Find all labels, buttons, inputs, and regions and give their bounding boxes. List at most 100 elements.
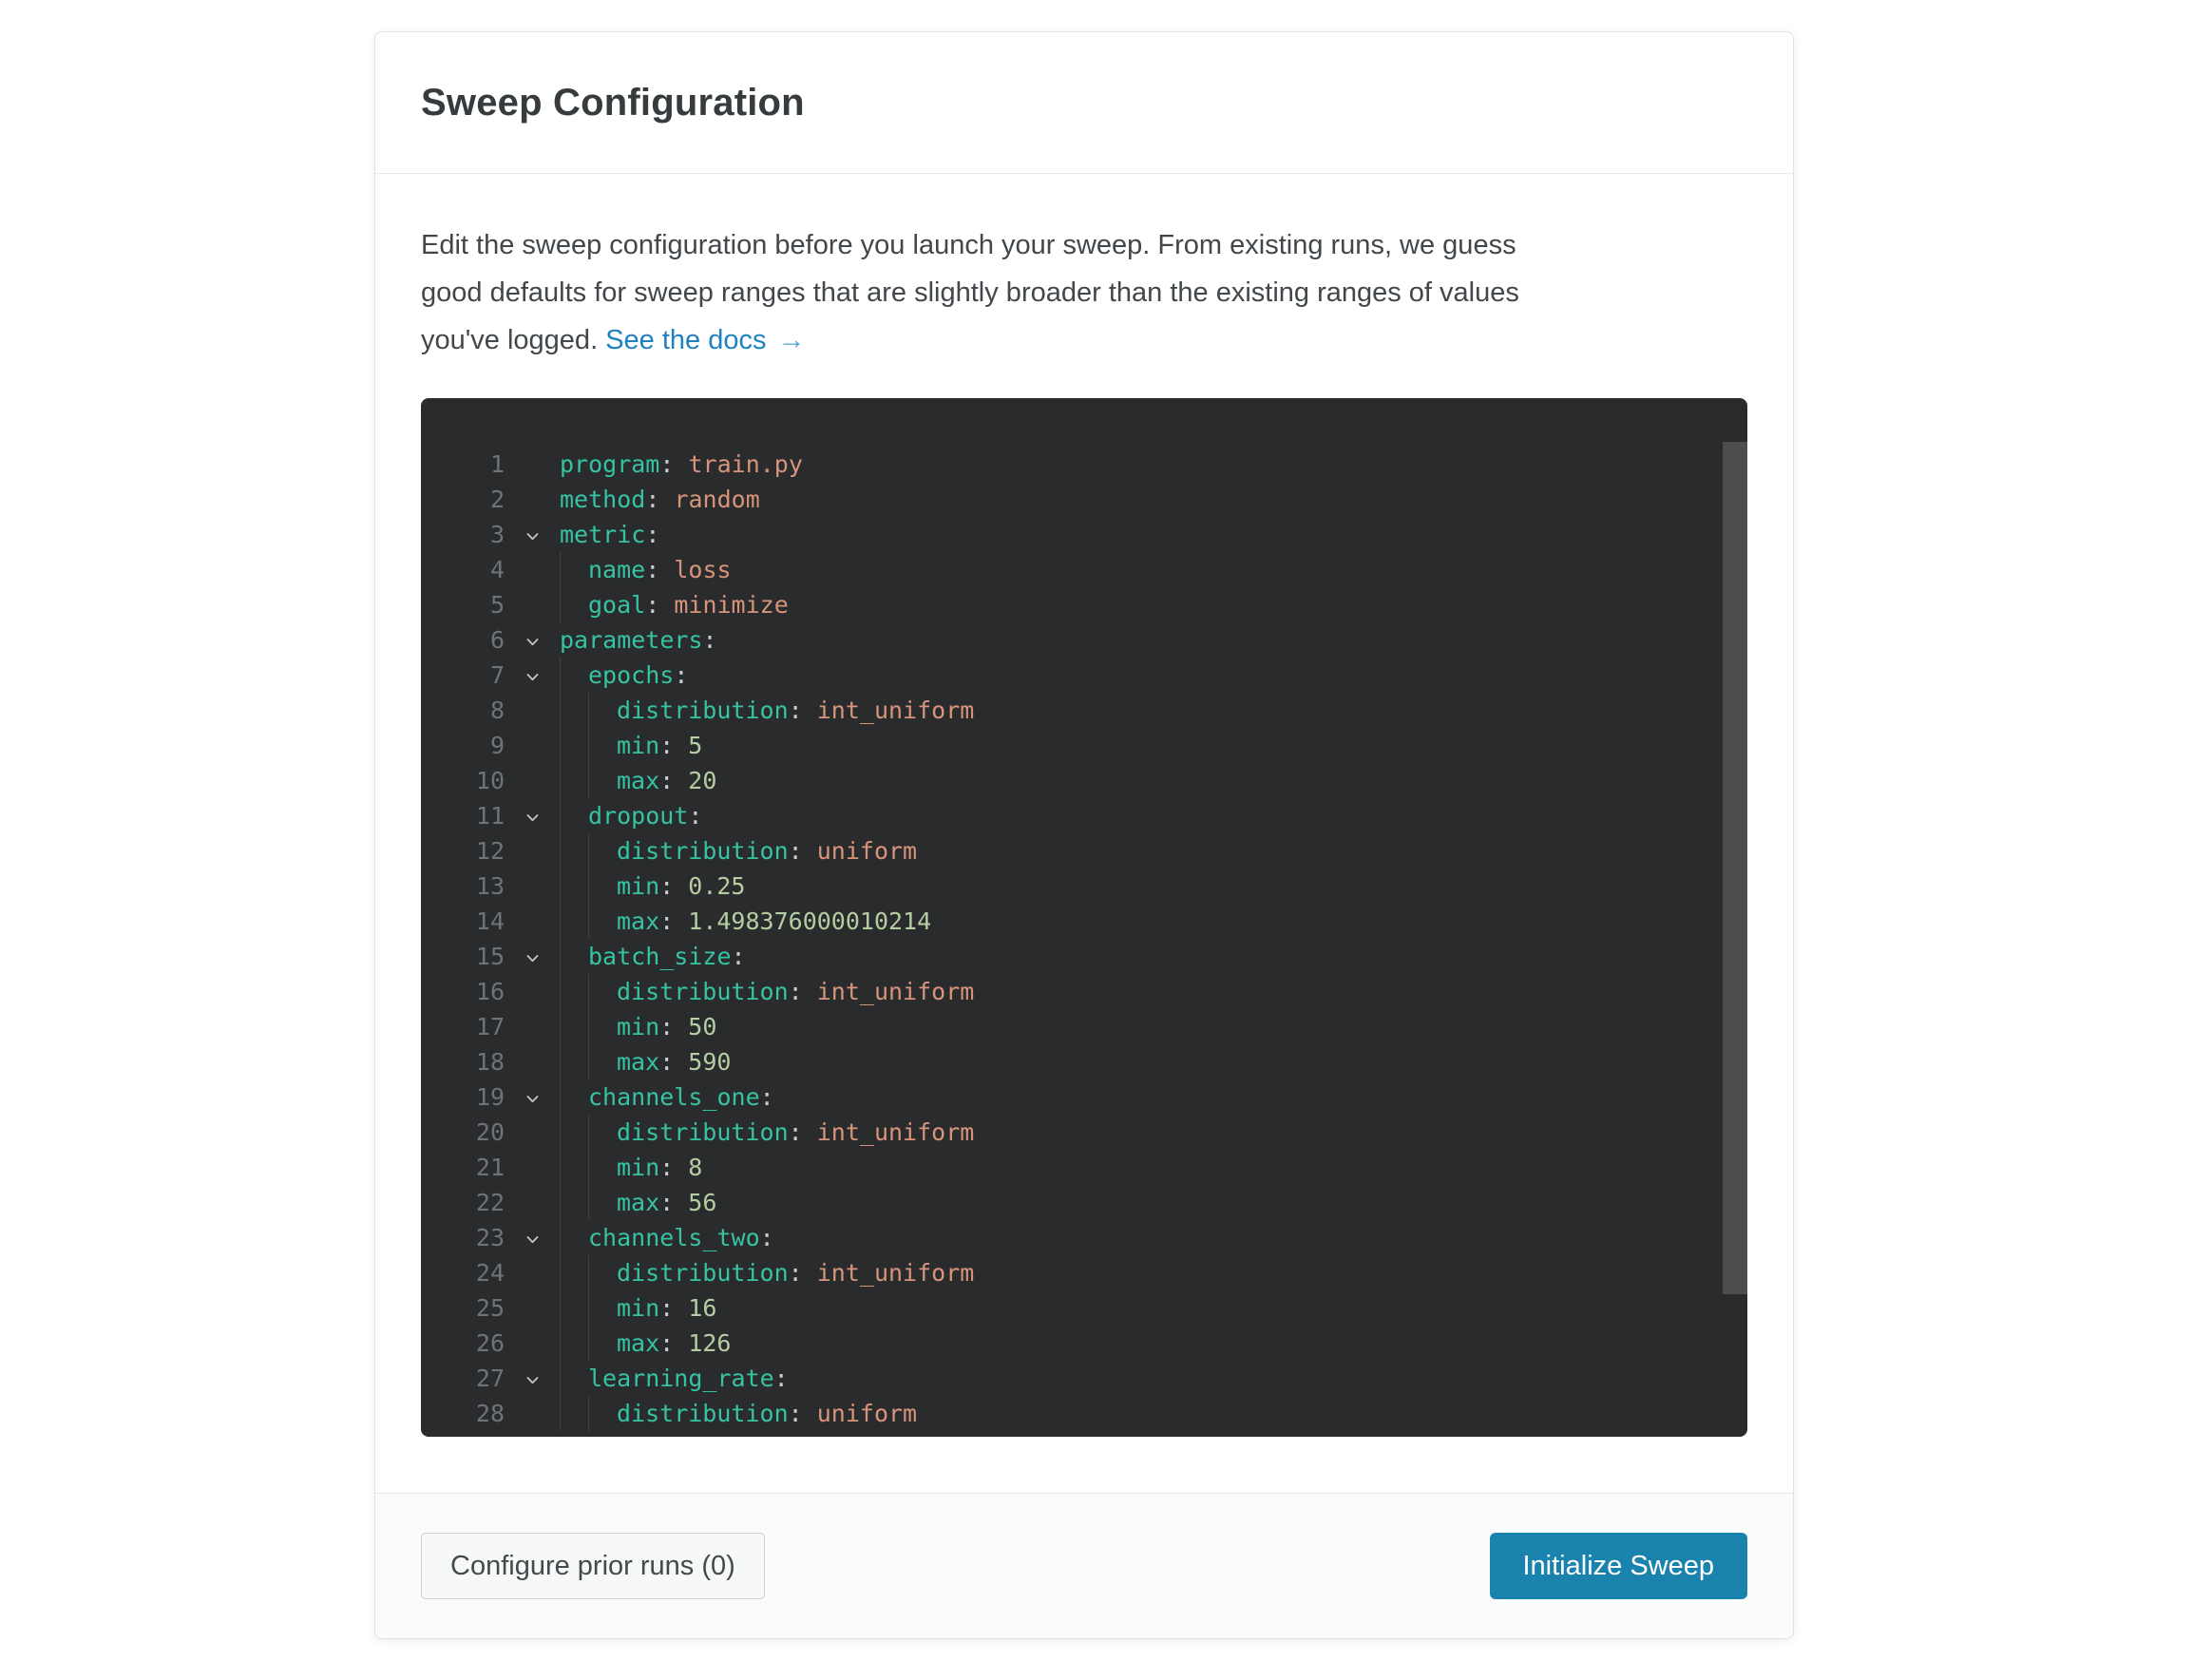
line-number: 5 bbox=[421, 587, 505, 622]
fold-toggle[interactable] bbox=[505, 1079, 560, 1115]
modal-header: Sweep Configuration bbox=[375, 32, 1793, 174]
indent-guide bbox=[560, 1009, 588, 1044]
yaml-value: random bbox=[674, 486, 759, 513]
indent-guide bbox=[560, 728, 588, 763]
code-text: distribution: uniform bbox=[560, 1400, 917, 1427]
yaml-colon: : bbox=[659, 1154, 674, 1181]
yaml-colon: : bbox=[659, 872, 674, 900]
initialize-sweep-button[interactable]: Initialize Sweep bbox=[1490, 1533, 1748, 1599]
yaml-value: int_uniform bbox=[817, 978, 975, 1005]
yaml-colon: : bbox=[659, 907, 674, 935]
indent-guide bbox=[560, 1115, 588, 1150]
fold-toggle[interactable] bbox=[505, 939, 560, 974]
yaml-colon: : bbox=[659, 450, 674, 478]
yaml-key: learning_rate bbox=[588, 1365, 774, 1392]
yaml-colon: : bbox=[645, 486, 659, 513]
indent-guide bbox=[560, 552, 588, 587]
yaml-value: train.py bbox=[688, 450, 802, 478]
code-text: goal: minimize bbox=[560, 591, 789, 619]
yaml-colon: : bbox=[659, 1329, 674, 1357]
indent-guide bbox=[560, 658, 588, 693]
code-text: max: 20 bbox=[560, 767, 716, 794]
page-title: Sweep Configuration bbox=[421, 82, 805, 124]
yaml-key: distribution bbox=[617, 837, 789, 865]
yaml-value: 0.25 bbox=[688, 872, 745, 900]
code-line: 13min: 0.25 bbox=[421, 869, 1747, 904]
yaml-colon: : bbox=[703, 626, 717, 654]
code-line: 7epochs: bbox=[421, 658, 1747, 693]
yaml-colon: : bbox=[674, 661, 688, 689]
code-line: 9min: 5 bbox=[421, 728, 1747, 763]
indent-guide bbox=[588, 693, 617, 728]
fold-toggle[interactable] bbox=[505, 517, 560, 552]
code-text: max: 126 bbox=[560, 1329, 731, 1357]
yaml-colon: : bbox=[732, 943, 746, 970]
fold-toggle[interactable] bbox=[505, 622, 560, 658]
yaml-value: 126 bbox=[688, 1329, 731, 1357]
chevron-down-icon bbox=[524, 949, 542, 967]
yaml-colon: : bbox=[659, 1294, 674, 1322]
yaml-key: channels_one bbox=[588, 1083, 760, 1111]
yaml-value: 16 bbox=[688, 1294, 716, 1322]
code-text: distribution: int_uniform bbox=[560, 1259, 974, 1287]
yaml-colon: : bbox=[645, 521, 659, 548]
yaml-colon: : bbox=[760, 1224, 774, 1251]
code-text: learning_rate: bbox=[560, 1365, 789, 1392]
code-line: 24distribution: int_uniform bbox=[421, 1255, 1747, 1290]
indent-guide bbox=[560, 1150, 588, 1185]
code-text: min: 0.25 bbox=[560, 872, 746, 900]
line-number: 28 bbox=[421, 1396, 505, 1431]
code-text: min: 5 bbox=[560, 732, 702, 759]
fold-toggle[interactable] bbox=[505, 1361, 560, 1396]
fold-toggle[interactable] bbox=[505, 658, 560, 693]
code-line: 20distribution: int_uniform bbox=[421, 1115, 1747, 1150]
yaml-value: minimize bbox=[674, 591, 788, 619]
fold-toggle[interactable] bbox=[505, 798, 560, 833]
indent-guide bbox=[560, 1220, 588, 1255]
code-line: 18max: 590 bbox=[421, 1044, 1747, 1079]
line-number: 18 bbox=[421, 1044, 505, 1079]
code-line: 17min: 50 bbox=[421, 1009, 1747, 1044]
fold-toggle[interactable] bbox=[505, 1220, 560, 1255]
code-text: min: 8 bbox=[560, 1154, 702, 1181]
code-text: program: train.py bbox=[560, 450, 803, 478]
line-number: 4 bbox=[421, 552, 505, 587]
code-line: 27learning_rate: bbox=[421, 1361, 1747, 1396]
modal-body: Edit the sweep configuration before you … bbox=[375, 174, 1793, 1493]
indent-guide bbox=[588, 833, 617, 869]
chevron-down-icon bbox=[524, 1231, 542, 1249]
indent-guide bbox=[560, 1079, 588, 1115]
yaml-colon: : bbox=[659, 1048, 674, 1076]
yaml-key: parameters bbox=[560, 626, 703, 654]
chevron-down-icon bbox=[524, 527, 542, 545]
code-line: 19channels_one: bbox=[421, 1079, 1747, 1115]
yaml-key: dropout bbox=[588, 802, 688, 830]
sweep-config-editor[interactable]: 1program: train.py2method: random3metric… bbox=[421, 398, 1747, 1437]
yaml-value: 8 bbox=[688, 1154, 702, 1181]
yaml-value: 50 bbox=[688, 1013, 716, 1040]
yaml-value: 56 bbox=[688, 1189, 716, 1216]
yaml-colon: : bbox=[789, 1400, 803, 1427]
indent-guide bbox=[588, 869, 617, 904]
code-line: 25min: 16 bbox=[421, 1290, 1747, 1326]
line-number: 8 bbox=[421, 693, 505, 728]
yaml-key: distribution bbox=[617, 1118, 789, 1146]
see-the-docs-link[interactable]: See the docs→ bbox=[605, 325, 805, 355]
yaml-value: uniform bbox=[817, 1400, 917, 1427]
yaml-value: int_uniform bbox=[817, 1259, 975, 1287]
editor-scrollbar-thumb[interactable] bbox=[1723, 442, 1747, 1294]
code-line: 3metric: bbox=[421, 517, 1747, 552]
code-text: method: random bbox=[560, 486, 760, 513]
indent-guide bbox=[560, 939, 588, 974]
code-text: name: loss bbox=[560, 556, 732, 583]
yaml-key: max bbox=[617, 1048, 659, 1076]
code-text: epochs: bbox=[560, 661, 688, 689]
code-line: 6parameters: bbox=[421, 622, 1747, 658]
yaml-key: max bbox=[617, 1189, 659, 1216]
yaml-key: goal bbox=[588, 591, 645, 619]
yaml-key: min bbox=[617, 1013, 659, 1040]
yaml-key: channels_two bbox=[588, 1224, 760, 1251]
configure-prior-runs-button[interactable]: Configure prior runs (0) bbox=[421, 1533, 765, 1599]
yaml-value: int_uniform bbox=[817, 1118, 975, 1146]
indent-guide bbox=[588, 1044, 617, 1079]
